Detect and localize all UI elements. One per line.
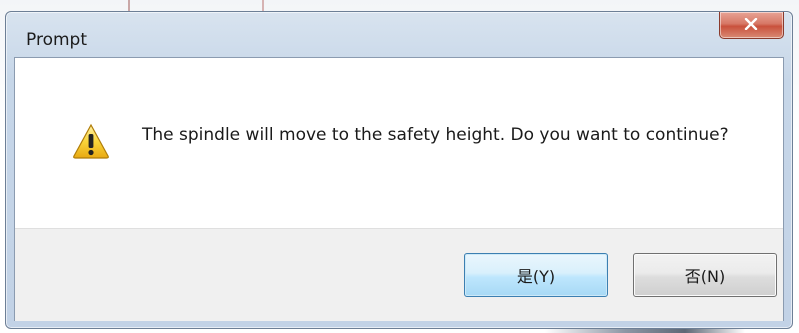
dialog-body: The spindle will move to the safety heig… [14,57,784,321]
no-button[interactable]: 否(N) [633,253,777,297]
dialog-message: The spindle will move to the safety heig… [142,125,729,145]
message-area: The spindle will move to the safety heig… [15,58,783,228]
close-button[interactable] [719,12,784,39]
close-icon [744,18,758,30]
dialog-titlebar[interactable]: Prompt [6,12,792,57]
button-bar: 是(Y) 否(N) [15,228,783,321]
yes-button[interactable]: 是(Y) [464,253,608,297]
no-button-label: 否(N) [684,267,726,286]
prompt-dialog: Prompt The spindle will move to the safe… [5,11,793,329]
warning-icon [73,123,109,159]
dialog-title: Prompt [26,30,87,50]
yes-button-label: 是(Y) [516,267,556,286]
